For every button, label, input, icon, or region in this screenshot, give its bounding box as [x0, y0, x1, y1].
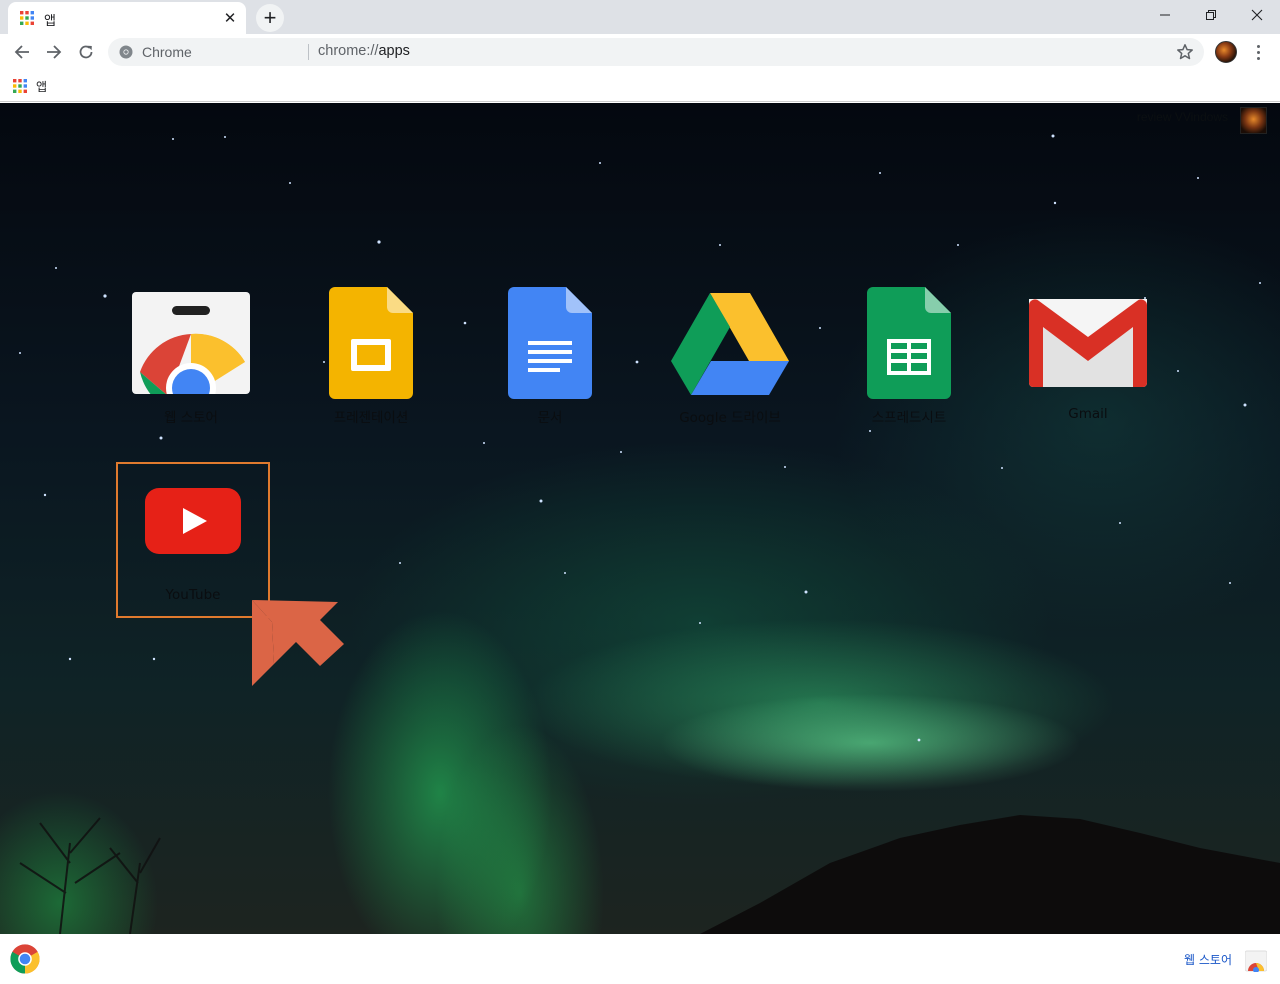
app-docs[interactable]: 문서 [475, 283, 625, 433]
address-bar[interactable]: Chrome chrome://apps [108, 38, 1204, 66]
sheets-icon [849, 283, 969, 403]
minimize-icon [1160, 14, 1170, 16]
forward-button[interactable] [39, 37, 69, 67]
app-label: 웹 스토어 [164, 410, 218, 426]
tab-title: 앱 [44, 14, 56, 29]
app-label: 프레젠테이션 [333, 410, 409, 426]
arrow-left-icon [14, 45, 29, 59]
user-name: review VVindows [1136, 110, 1228, 124]
tab-close-icon[interactable]: ✕ [220, 8, 240, 28]
pointer-arrow-annotation [252, 600, 344, 686]
chrome-site-icon [119, 45, 133, 59]
url-scheme: chrome:// [318, 43, 379, 59]
minimize-button[interactable] [1142, 0, 1188, 30]
app-label: 문서 [537, 410, 563, 426]
app-sheets[interactable]: 스프레드시트 [834, 283, 984, 433]
app-web-store[interactable]: 웹 스토어 [116, 283, 266, 433]
apps-grid-icon [13, 79, 27, 93]
chrome-menu-icon[interactable] [1248, 40, 1268, 64]
close-icon [1251, 9, 1263, 21]
tab-apps[interactable]: 앱 ✕ [8, 2, 246, 34]
omnibox-separator [308, 44, 309, 60]
web-store-icon [131, 283, 251, 403]
docs-icon [490, 283, 610, 403]
gmail-icon [1028, 283, 1148, 403]
app-slides[interactable]: 프레젠테이션 [296, 283, 446, 433]
site-label: Chrome [142, 44, 192, 60]
toolbar: Chrome chrome://apps [0, 34, 1280, 70]
restore-icon [1206, 10, 1216, 20]
web-store-small-icon[interactable] [1245, 950, 1267, 972]
bookmark-apps[interactable]: 앱 [13, 76, 47, 96]
app-label: YouTube [165, 587, 221, 603]
back-button[interactable] [7, 37, 37, 67]
restore-button[interactable] [1188, 0, 1234, 30]
bookmark-star-icon[interactable] [1176, 43, 1194, 61]
slides-icon [311, 283, 431, 403]
youtube-icon [133, 475, 253, 567]
app-label: 스프레드시트 [871, 410, 947, 426]
app-label: Google 드라이브 [679, 410, 781, 426]
web-store-link[interactable]: 웹 스토어 [1184, 951, 1232, 968]
url-text[interactable]: chrome://apps [318, 43, 410, 59]
bookmark-apps-label: 앱 [36, 79, 48, 94]
app-label: Gmail [1068, 406, 1108, 422]
app-gmail[interactable]: Gmail [1013, 283, 1163, 433]
bookmarks-bar: 앱 [0, 70, 1280, 102]
footer: 웹 스토어 [0, 934, 1280, 984]
tab-strip: 앱 ✕ + [0, 0, 1280, 34]
url-path: apps [378, 43, 410, 59]
new-tab-button[interactable]: + [256, 4, 284, 32]
drive-icon [670, 283, 790, 403]
chrome-logo-icon[interactable] [10, 944, 40, 974]
apps-grid-icon [20, 11, 34, 25]
apps-page: review VVindows 웹 스토어 프레젠테이션 문서 Google 드… [0, 103, 1280, 934]
reload-icon [79, 45, 93, 59]
user-thumbnail[interactable] [1240, 107, 1267, 134]
reload-button[interactable] [71, 37, 101, 67]
app-drive[interactable]: Google 드라이브 [655, 283, 805, 433]
close-window-button[interactable] [1234, 0, 1280, 30]
app-youtube[interactable]: YouTube [116, 462, 270, 618]
arrow-right-icon [47, 45, 62, 59]
profile-avatar[interactable] [1215, 41, 1237, 63]
